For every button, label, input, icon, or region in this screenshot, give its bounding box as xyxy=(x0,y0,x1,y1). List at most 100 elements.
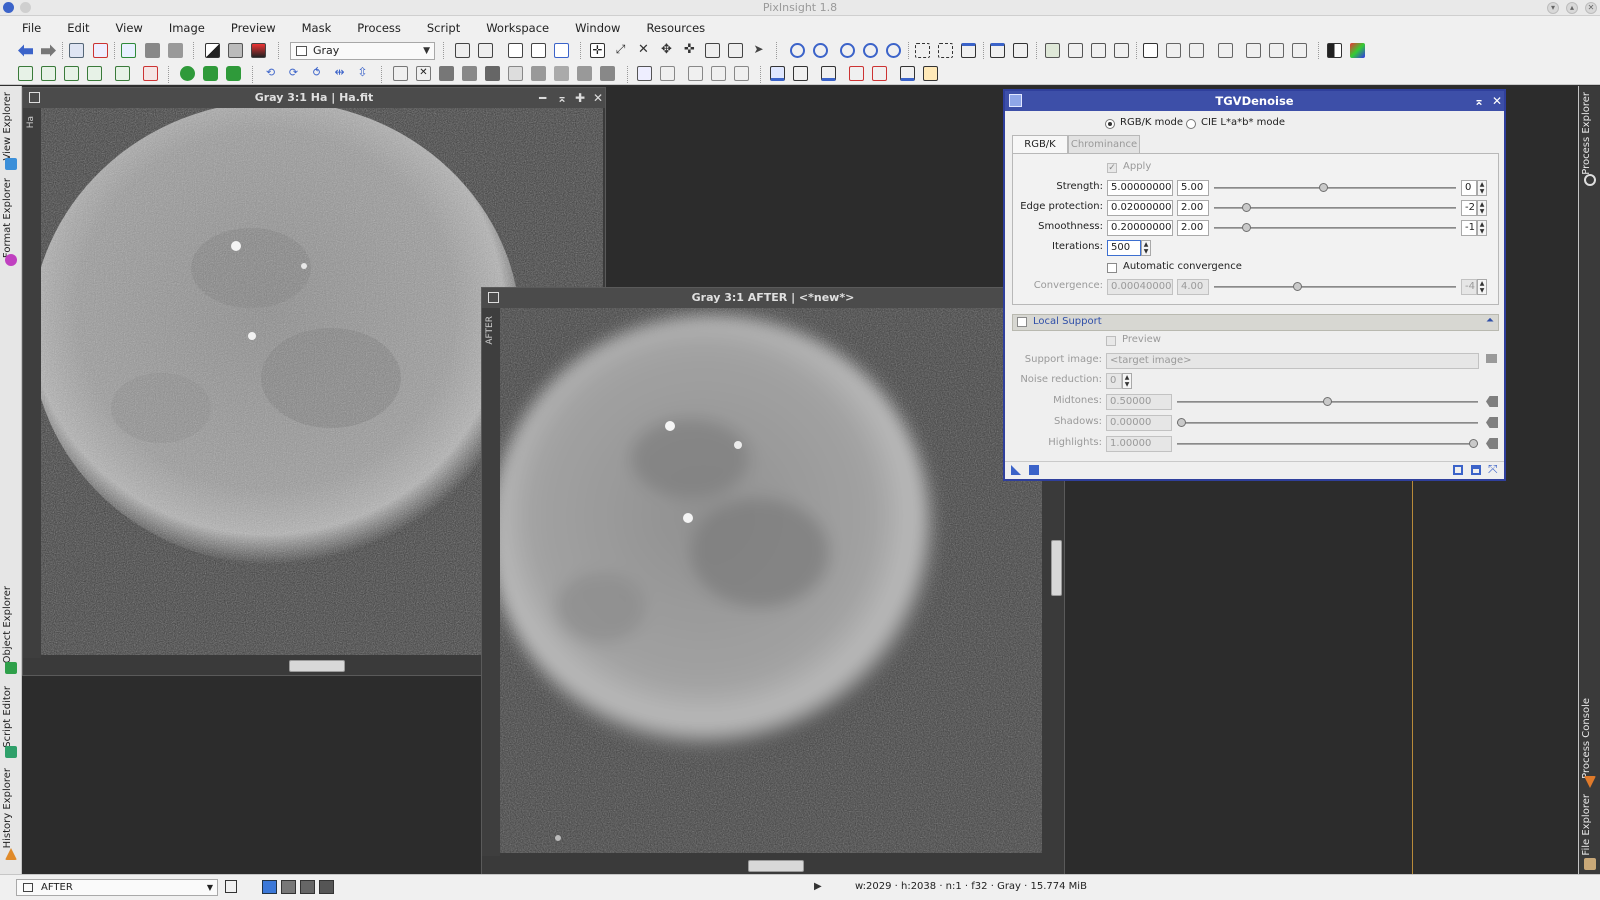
clone-view-icon[interactable] xyxy=(455,43,470,58)
new-image-icon[interactable] xyxy=(121,43,136,58)
process-icon[interactable] xyxy=(1045,43,1060,58)
fit-window-icon[interactable] xyxy=(938,43,953,58)
convergence-exponent-input[interactable]: -4 xyxy=(1461,279,1477,295)
close-icon[interactable]: ✕ xyxy=(1585,2,1597,14)
smoothness-mantissa-input[interactable]: 2.00 xyxy=(1177,220,1209,236)
screen-icon-7[interactable] xyxy=(923,66,938,81)
process-explorer-tab[interactable]: Process Explorer xyxy=(1581,92,1599,188)
script-editor-tab[interactable]: Script Editor xyxy=(2,686,20,762)
preview-icon-5[interactable] xyxy=(734,66,749,81)
tgvdenoise-dialog[interactable]: TGVDenoise ⌅ ✕ RGB/K mode CIE L*a*b* mod… xyxy=(1003,89,1506,481)
shadows-slider[interactable] xyxy=(1177,418,1478,427)
convergence-input[interactable]: 0.00040000 xyxy=(1107,279,1173,295)
menu-mask[interactable]: Mask xyxy=(292,21,348,35)
process-icon-2[interactable] xyxy=(1068,43,1083,58)
format-explorer-tab[interactable]: Format Explorer xyxy=(2,178,20,270)
smoothness-exponent-input[interactable]: -1 xyxy=(1461,220,1477,236)
screen-icon-3[interactable] xyxy=(821,66,836,81)
screen-icon[interactable] xyxy=(770,66,785,81)
edge-protection-input[interactable]: 0.02000000 xyxy=(1107,200,1173,216)
mask-invert-icon[interactable] xyxy=(168,43,183,58)
fit-view-icon[interactable] xyxy=(915,43,930,58)
undo-history-icon[interactable] xyxy=(69,43,84,58)
window-system-icon[interactable] xyxy=(29,92,40,103)
chevron-up-icon[interactable]: ⏶ xyxy=(1486,315,1494,326)
rotate-icon[interactable]: ⟲ xyxy=(263,66,278,81)
vertical-scrollbar[interactable] xyxy=(1051,540,1062,596)
convergence-slider-handle[interactable] xyxy=(1293,282,1302,291)
explorer-icon-6[interactable] xyxy=(1269,43,1284,58)
tile-icon[interactable] xyxy=(508,43,523,58)
midtones-reset-icon[interactable] xyxy=(1486,396,1498,407)
collapse-icon[interactable]: ⌅ xyxy=(1474,91,1484,111)
process-console-tab[interactable]: Process Console xyxy=(1581,698,1599,790)
screen-icon-4[interactable] xyxy=(849,66,864,81)
stf-icon[interactable] xyxy=(205,43,220,58)
smoothness-exponent-spinner[interactable]: ▲ ▼ xyxy=(1477,220,1487,236)
zoom-1-2-icon[interactable] xyxy=(863,43,878,58)
tab-rgbk[interactable]: RGB/K xyxy=(1012,135,1068,154)
strength-mantissa-input[interactable]: 5.00 xyxy=(1177,180,1209,196)
preview-edit-icon[interactable] xyxy=(728,43,743,58)
mask-mode-8-icon[interactable] xyxy=(600,66,615,81)
display-channel-r-icon[interactable] xyxy=(281,880,296,894)
screen-icon-2[interactable] xyxy=(793,66,808,81)
shadows-reset-icon[interactable] xyxy=(1486,417,1498,428)
explorer-icon-7[interactable] xyxy=(1292,43,1307,58)
image-window-after[interactable]: Gray 3:1 AFTER | <*new*> AFTER xyxy=(481,287,1065,875)
convergence-mantissa-input[interactable]: 4.00 xyxy=(1177,279,1209,295)
file-explorer-tab[interactable]: File Explorer xyxy=(1581,794,1599,872)
rotate-cw-icon[interactable]: ⟳ xyxy=(286,66,301,81)
window-title-bar[interactable]: Gray 3:1 AFTER | <*new*> xyxy=(482,288,1064,308)
geometry-icon-3[interactable] xyxy=(64,66,79,81)
menu-workspace[interactable]: Workspace xyxy=(476,21,565,35)
horizontal-scrollbar[interactable] xyxy=(748,860,804,872)
mirror-v-icon[interactable]: ⇳ xyxy=(355,66,370,81)
zoom-out-icon[interactable] xyxy=(813,43,828,58)
image-canvas-after[interactable] xyxy=(500,308,1042,853)
mirror-h-icon[interactable]: ⇹ xyxy=(332,66,347,81)
apply-checkbox[interactable]: ✓ xyxy=(1107,163,1117,173)
convergence-slider[interactable] xyxy=(1214,282,1456,291)
maximize-icon[interactable]: ✚ xyxy=(575,88,585,108)
menu-image[interactable]: Image xyxy=(159,21,221,35)
menu-view[interactable]: View xyxy=(106,21,159,35)
mask-enable-icon[interactable] xyxy=(145,43,160,58)
fit-icon[interactable]: ✕ xyxy=(636,43,651,58)
smoothness-slider[interactable] xyxy=(1214,223,1456,232)
local-support-checkbox[interactable] xyxy=(1017,317,1027,327)
browse-doc-icon[interactable] xyxy=(1471,465,1481,475)
zoom-fit-icon[interactable] xyxy=(886,43,901,58)
display-channel-b-icon[interactable] xyxy=(319,880,334,894)
screen-icon-5[interactable] xyxy=(872,66,887,81)
local-support-section[interactable]: Local Support ⏶ xyxy=(1012,314,1499,331)
strength-input[interactable]: 5.00000000 xyxy=(1107,180,1173,196)
close-icon[interactable]: ✕ xyxy=(593,88,603,108)
menu-window[interactable]: Window xyxy=(565,21,636,35)
midtones-slider[interactable] xyxy=(1177,397,1478,406)
window-system-icon[interactable] xyxy=(488,292,499,303)
preview-icon-3[interactable] xyxy=(688,66,703,81)
preview-icon-4[interactable] xyxy=(711,66,726,81)
dialog-title-bar[interactable]: TGVDenoise ⌅ ✕ xyxy=(1005,91,1504,111)
midtones-input[interactable]: 0.50000 xyxy=(1106,394,1172,410)
menu-process[interactable]: Process xyxy=(347,21,417,35)
explorer-icon-4[interactable] xyxy=(1218,43,1233,58)
mask-show-icon[interactable] xyxy=(393,66,408,81)
iterations-input[interactable]: 500 xyxy=(1107,240,1141,256)
noise-reduction-spinner[interactable]: ▲ ▼ xyxy=(1122,373,1132,389)
view-selector[interactable]: AFTER ▼ xyxy=(16,879,218,896)
preview-realtime-icon[interactable] xyxy=(1453,465,1463,475)
center-icon[interactable]: ✜ xyxy=(682,43,697,58)
duplicate-icon[interactable] xyxy=(478,43,493,58)
transform-icon[interactable] xyxy=(180,66,195,81)
mask-mode-7-icon[interactable] xyxy=(577,66,592,81)
mask-mode-6-icon[interactable] xyxy=(554,66,569,81)
mask-mode-4-icon[interactable] xyxy=(508,66,523,81)
strength-exponent-input[interactable]: 0 xyxy=(1461,180,1477,196)
geometry-icon-4[interactable] xyxy=(87,66,102,81)
gamut-check-icon[interactable] xyxy=(1350,43,1365,58)
preview-checkbox[interactable] xyxy=(1106,336,1116,346)
display-channel-g-icon[interactable] xyxy=(300,880,315,894)
transform-icon-3[interactable] xyxy=(226,66,241,81)
